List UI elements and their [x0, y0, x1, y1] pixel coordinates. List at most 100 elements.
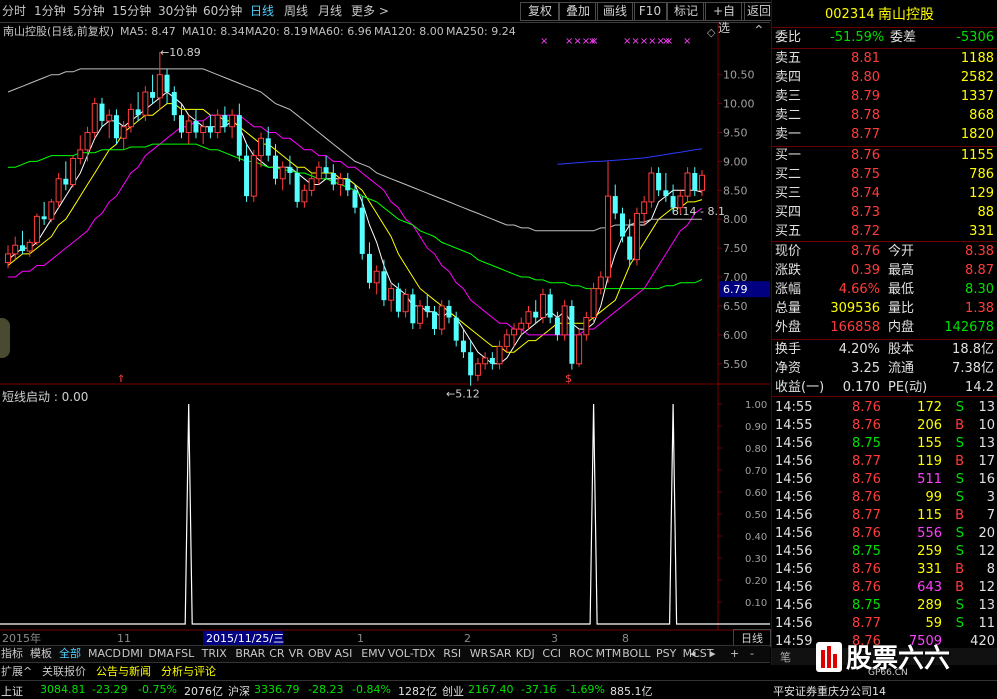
- period-tab[interactable]: 月线: [318, 4, 342, 19]
- related-quotes-tab[interactable]: 关联报价: [42, 665, 86, 679]
- indicator-tab[interactable]: ROC: [569, 647, 593, 661]
- news-tab[interactable]: 公告与新闻: [96, 665, 151, 679]
- period-tab-active[interactable]: 日线: [250, 4, 274, 19]
- candle-body: [323, 167, 329, 173]
- footer-tab[interactable]: 笔: [780, 649, 791, 665]
- indicator-tab[interactable]: WR: [470, 647, 489, 661]
- tick-price: 8.76: [852, 526, 881, 541]
- indicator-tab[interactable]: CR: [269, 647, 284, 661]
- tick-row: 14:56 8.76 556 S 20: [772, 525, 997, 543]
- quote-row: 现价 8.76 今开 8.38: [772, 243, 997, 261]
- candle-body: [684, 172, 691, 197]
- index-name[interactable]: 沪深: [228, 683, 250, 699]
- tick-row: 14:56 8.77 59 S 11: [772, 615, 997, 633]
- tick-price: 8.76: [852, 580, 881, 595]
- collapse-left-handle[interactable]: [0, 318, 10, 358]
- period-tab[interactable]: 15分钟: [112, 4, 151, 19]
- zoom-in-icon[interactable]: +: [730, 647, 739, 661]
- draw-line-button[interactable]: 画线: [595, 2, 635, 21]
- bid-label: 买一: [775, 148, 802, 163]
- candle-body: [200, 126, 207, 134]
- period-tab[interactable]: 5分钟: [73, 4, 105, 19]
- fundamental-row: 净资 3.25 流通 7.38亿: [772, 360, 997, 378]
- indicator-tab[interactable]: CCI: [542, 647, 561, 661]
- period-tab[interactable]: 60分钟: [203, 4, 242, 19]
- indicator-tab[interactable]: KDJ: [516, 647, 535, 661]
- indicator-tab[interactable]: MCST: [683, 647, 714, 661]
- tick-row: 14:55 8.76 206 B 10: [772, 417, 997, 435]
- kline-chart[interactable]: 10.5010.009.509.008.508.007.507.006.506.…: [0, 22, 770, 662]
- overlay-button[interactable]: 叠加: [558, 2, 598, 21]
- indicator-tab[interactable]: RSI: [443, 647, 461, 661]
- date-label: 1: [357, 632, 364, 645]
- indicator-menu-tab[interactable]: 模板: [30, 647, 52, 661]
- indicator-tab[interactable]: TRIX: [202, 647, 227, 661]
- fundamental-value: 18.8亿: [952, 342, 994, 357]
- quote-value: 8.30: [965, 282, 994, 297]
- period-tab[interactable]: 1分钟: [34, 4, 66, 19]
- period-tab[interactable]: 分时: [2, 4, 26, 19]
- scroll-right-icon[interactable]: ▸: [710, 647, 716, 661]
- candle-body: [503, 334, 510, 347]
- index-amount: 1282亿: [398, 685, 437, 698]
- indicator-tab[interactable]: MTM: [596, 647, 622, 661]
- expand-tab[interactable]: 扩展^: [1, 665, 32, 679]
- indicator-tab[interactable]: DMA: [148, 647, 174, 661]
- quote-row: 涨幅 4.66% 最低 8.30: [772, 281, 997, 299]
- indicator-tab[interactable]: BOLL: [622, 647, 650, 661]
- index-pct: -0.75%: [138, 683, 177, 696]
- scroll-left-icon[interactable]: ◂: [690, 647, 696, 661]
- rights-adjust-button[interactable]: 复权: [520, 2, 560, 21]
- indicator-tab[interactable]: BRAR: [235, 647, 265, 661]
- zoom-out-icon[interactable]: -: [750, 647, 754, 661]
- indicator-tab[interactable]: EMV: [361, 647, 385, 661]
- indicator-tab[interactable]: FSL: [175, 647, 194, 661]
- tick-volume: 119: [917, 454, 942, 469]
- period-tab[interactable]: 周线: [284, 4, 308, 19]
- candle-body: [236, 115, 242, 156]
- ask-price: 8.77: [851, 127, 880, 142]
- ask-volume: 1188: [960, 51, 994, 66]
- indicator-menu-tab[interactable]: 全部: [59, 647, 81, 661]
- bid-row: 买一 8.76 1155: [772, 147, 997, 165]
- tick-direction: B: [955, 580, 964, 595]
- candle-body: [561, 305, 568, 336]
- f10-button[interactable]: F10: [632, 2, 668, 21]
- candle-body: [539, 293, 546, 319]
- indicator-tab[interactable]: DMI: [122, 647, 143, 661]
- stock-code: 002314: [825, 7, 875, 22]
- candle-body: [402, 293, 409, 313]
- more-periods-button[interactable]: 更多 >: [351, 4, 389, 19]
- candle-body: [366, 253, 372, 283]
- indicator-tab[interactable]: OBV: [308, 647, 331, 661]
- candle-body: [345, 178, 351, 191]
- period-tab[interactable]: 30分钟: [158, 4, 197, 19]
- fundamental-label: 收益(一): [775, 380, 825, 395]
- candle-body: [359, 207, 365, 254]
- indicator-tab[interactable]: ASI: [335, 647, 353, 661]
- bid-volume: 786: [969, 167, 994, 182]
- ma-line: [8, 114, 703, 336]
- candle-body: [518, 322, 525, 330]
- candle-body: [207, 126, 213, 133]
- index-name[interactable]: 上证: [1, 683, 23, 699]
- indicator-tab[interactable]: MACD: [88, 647, 121, 661]
- indicator-tab[interactable]: VR: [289, 647, 304, 661]
- candle-body: [265, 138, 271, 156]
- ask-label: 卖一: [775, 127, 802, 142]
- candle-body: [554, 317, 560, 335]
- price-tick-label: 7.50: [723, 242, 748, 255]
- add-watchlist-button[interactable]: +自选: [703, 2, 745, 35]
- index-name[interactable]: 创业: [442, 683, 464, 699]
- bid-price: 8.76: [851, 148, 880, 163]
- mark-button[interactable]: 标记: [666, 2, 706, 21]
- indicator-tab[interactable]: VOL-TDX: [388, 647, 436, 661]
- tick-volume: 511: [917, 472, 942, 487]
- candle-body: [627, 236, 633, 260]
- indicator-tab[interactable]: SAR: [489, 647, 511, 661]
- indicator-menu-tab[interactable]: 指标: [1, 647, 23, 661]
- candle-body: [258, 137, 265, 157]
- analysis-tab[interactable]: 分析与评论: [161, 665, 216, 679]
- commission-diff-value: -5306: [956, 30, 994, 45]
- indicator-tab[interactable]: PSY: [656, 647, 676, 661]
